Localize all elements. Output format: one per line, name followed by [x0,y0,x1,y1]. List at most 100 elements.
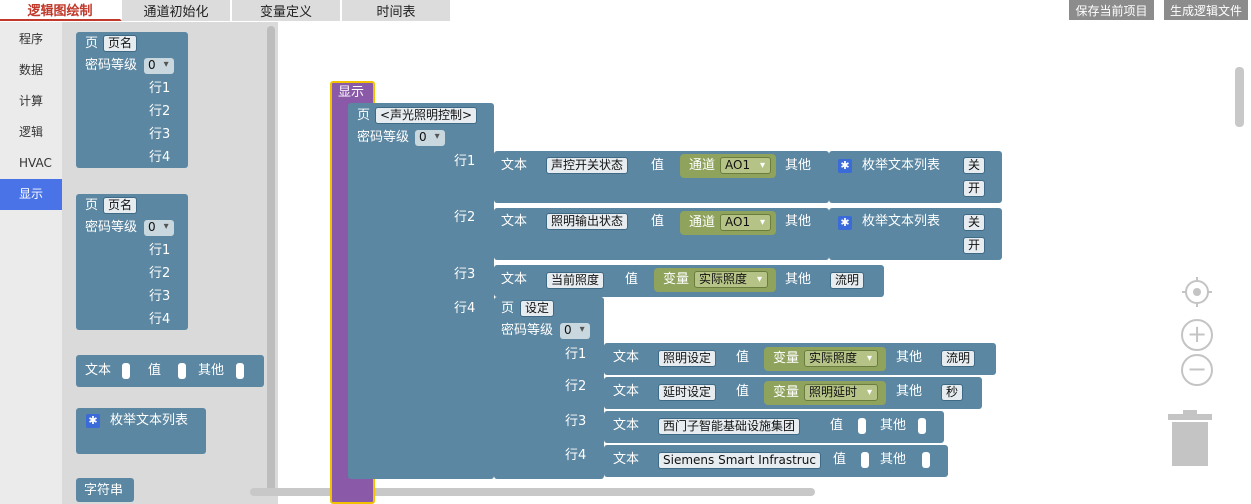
flyout-string-block[interactable]: 字符串 [76,478,134,502]
variable-label: 变量 [773,385,800,400]
enum-option-field[interactable]: 关 [963,157,986,174]
channel-dropdown[interactable]: AO1 [720,214,772,231]
pwd-label: 密码等级 [357,130,410,145]
variable-dropdown[interactable]: 实际照度 [804,350,879,367]
text-block-row2[interactable]: 文本 照明输出状态 值 其他 [494,208,829,260]
value-label: 值 [148,363,162,378]
category-calc[interactable]: 计算 [0,86,62,117]
flyout-page-block[interactable]: 页 页名 密码等级 0 行1 行2 行3 行4 [76,194,188,330]
category-logic[interactable]: 逻辑 [0,117,62,148]
value-label: 值 [736,384,750,399]
sub-text-block-row3[interactable]: 文本 西门子智能基础设施集团 值 其他 [604,411,944,443]
value-label: 值 [651,158,665,173]
other-field[interactable]: 秒 [941,384,964,401]
zoom-in-icon[interactable]: + [1181,319,1213,351]
row-label: 行1 [149,243,171,258]
text-label: 文本 [501,272,528,287]
row-label: 行4 [454,301,476,316]
text-field[interactable]: 照明输出状态 [546,213,629,230]
channel-label: 通道 [689,158,716,173]
category-hvac[interactable]: HVAC [0,148,62,179]
value-label: 值 [830,418,844,433]
value-label: 值 [736,350,750,365]
tab-variable-def[interactable]: 变量定义 [232,0,342,21]
row-label: 行4 [565,448,587,463]
category-data[interactable]: 数据 [0,55,62,86]
value-label: 值 [625,272,639,287]
flyout-text-block[interactable]: 文本 值 其他 [76,355,264,387]
enum-block-row1[interactable]: ✱ 枚举文本列表 关 开 [829,151,1002,203]
category-display[interactable]: 显示 [0,179,62,210]
pwd-dropdown[interactable]: 0 [415,130,445,146]
text-field[interactable]: 照明设定 [658,350,717,367]
flyout-page-block[interactable]: 页 页名 密码等级 0 行1 行2 行3 行4 [76,32,188,168]
channel-block[interactable]: 通道 AO1 [680,154,776,178]
sub-text-block-row4[interactable]: 文本 Siemens Smart Infrastruc 值 其他 [604,445,948,477]
page-name-field[interactable]: <声光照明控制> [375,107,478,124]
variable-dropdown[interactable]: 照明延时 [804,384,879,401]
variable-block[interactable]: 变量 实际照度 [764,347,886,371]
generate-logic-file-button[interactable]: 生成逻辑文件 [1164,0,1248,20]
text-field[interactable]: 西门子智能基础设施集团 [658,418,801,435]
page-name-field[interactable]: 设定 [520,300,555,317]
save-project-button[interactable]: 保存当前项目 [1069,0,1154,20]
other-label: 其他 [785,214,812,229]
category-sidebar: 程序 数据 计算 逻辑 HVAC 显示 [0,22,62,504]
text-field[interactable]: 声控开关状态 [546,157,629,174]
variable-block[interactable]: 变量 照明延时 [764,381,886,405]
variable-dropdown[interactable]: 实际照度 [694,271,769,288]
row-label: 行2 [565,379,587,394]
other-label: 其他 [896,384,923,399]
row-label: 行1 [454,154,476,169]
gear-icon[interactable]: ✱ [838,216,852,230]
pwd-label: 密码等级 [85,58,138,73]
channel-label: 通道 [689,215,716,230]
zoom-out-icon[interactable]: − [1181,354,1213,386]
enum-option-field[interactable]: 关 [963,214,986,231]
gear-icon[interactable]: ✱ [86,414,100,428]
enum-option-field[interactable]: 开 [963,237,986,254]
channel-dropdown[interactable]: AO1 [720,157,772,174]
text-label: 文本 [613,384,640,399]
workspace-vertical-scrollbar[interactable] [1235,67,1244,127]
value-label: 值 [651,214,665,229]
variable-label: 变量 [773,351,800,366]
trash-icon[interactable] [1168,410,1212,468]
gear-icon[interactable]: ✱ [838,159,852,173]
text-label: 文本 [613,418,640,433]
text-label: 文本 [85,363,112,378]
page-block[interactable]: 页 <声光照明控制> 密码等级 0 行1 行2 行3 行4 [348,103,494,479]
page-name-field[interactable]: 页名 [103,197,138,214]
flyout-scrollbar[interactable] [267,26,275,492]
text-field[interactable]: Siemens Smart Infrastruc [658,452,821,469]
text-field[interactable]: 延时设定 [658,384,717,401]
channel-block[interactable]: 通道 AO1 [680,211,776,235]
variable-label: 变量 [663,272,690,287]
enum-block-row2[interactable]: ✱ 枚举文本列表 关 开 [829,208,1002,260]
flyout-enum-block[interactable]: ✱ 枚举文本列表 [76,408,206,454]
row-label: 行4 [149,312,171,327]
recenter-icon[interactable] [1181,276,1213,308]
other-field[interactable]: 流明 [830,272,865,289]
enum-label: 枚举文本列表 [110,413,189,428]
enum-option-field[interactable]: 开 [963,180,986,197]
pwd-dropdown[interactable]: 0 [144,58,174,74]
text-label: 文本 [613,350,640,365]
page-name-field[interactable]: 页名 [103,35,138,52]
page-label: 页 [501,301,515,316]
pwd-dropdown[interactable]: 0 [144,220,174,236]
tab-logic-drawing[interactable]: 逻辑图绘制 [0,0,122,21]
sub-page-block[interactable]: 页 设定 密码等级 0 行1 行2 行3 行4 [494,297,604,479]
category-program[interactable]: 程序 [0,24,62,55]
tab-channel-init[interactable]: 通道初始化 [122,0,232,21]
text-field[interactable]: 当前照度 [546,272,605,289]
string-label: 字符串 [84,483,124,498]
text-label: 文本 [501,214,528,229]
tab-schedule[interactable]: 时间表 [342,0,452,21]
other-field[interactable]: 流明 [941,350,976,367]
variable-block[interactable]: 变量 实际照度 [654,268,776,292]
pwd-dropdown[interactable]: 0 [560,323,590,339]
row-label: 行2 [149,266,171,281]
text-block-row1[interactable]: 文本 声控开关状态 值 其他 [494,151,829,203]
text-label: 文本 [613,452,640,467]
